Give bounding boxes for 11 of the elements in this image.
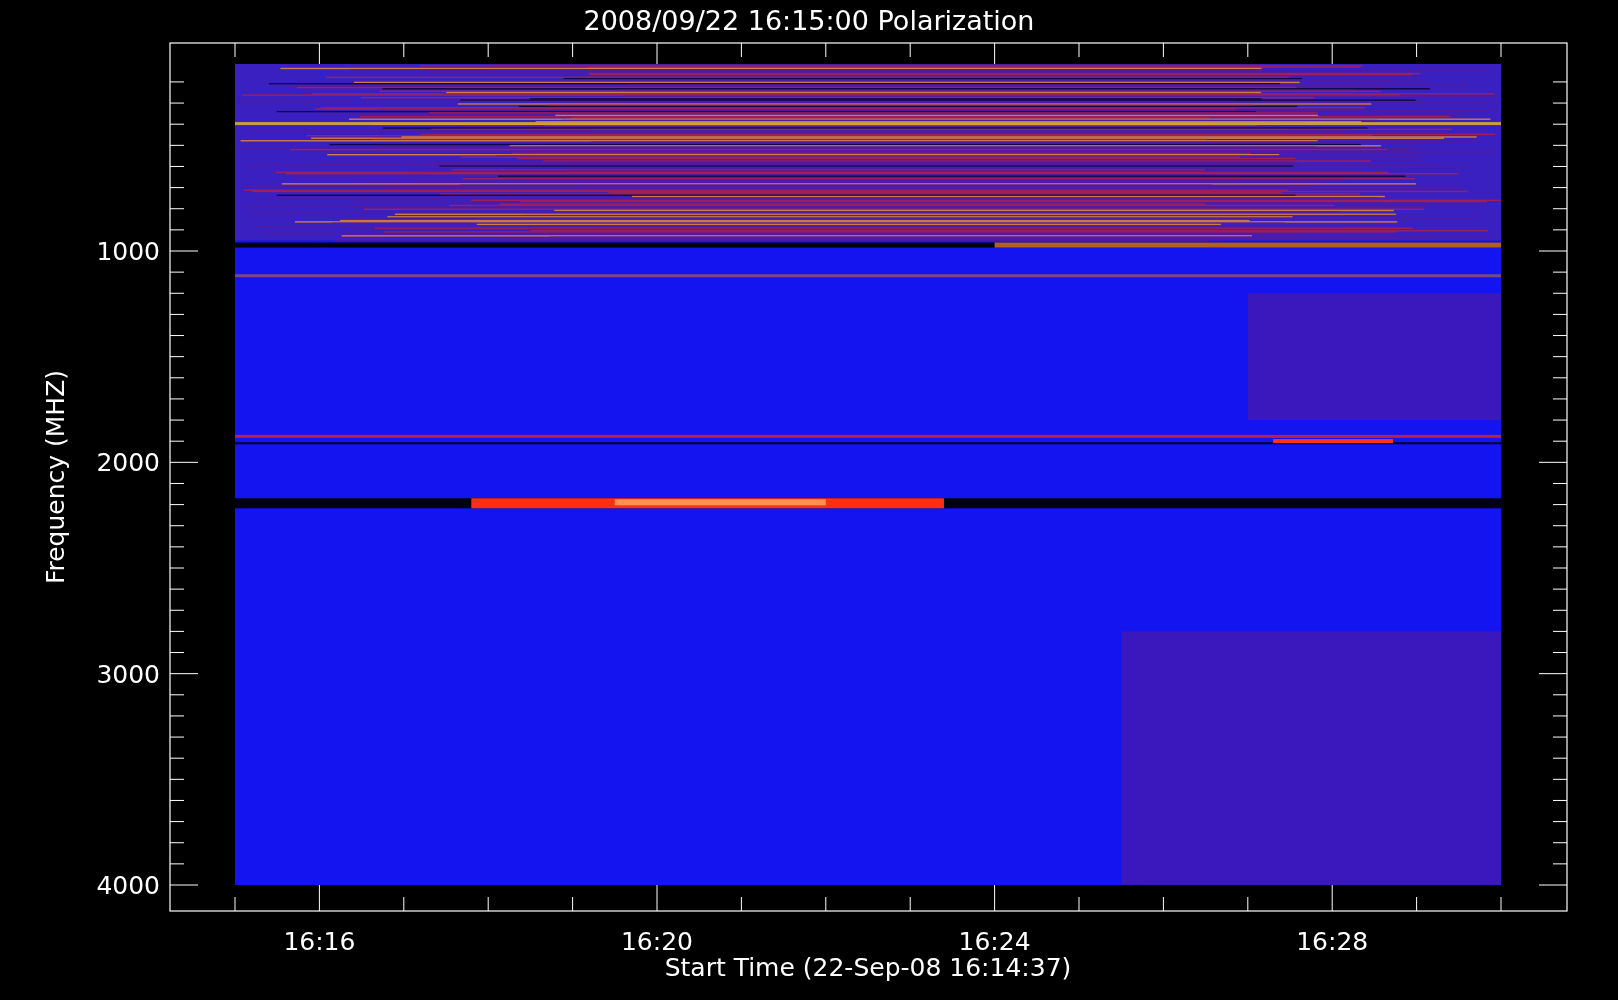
y-tick-label: 2000 [96,448,160,478]
x-tick-label: 16:24 [958,927,1031,956]
y-tick-label: 1000 [96,237,160,266]
x-axis-label: Start Time (22-Sep-08 16:14:37) [664,953,1072,982]
y-tick-label: 3000 [96,659,160,689]
x-tick-label: 16:16 [283,927,356,956]
y-tick-label: 4000 [96,871,160,900]
y-axis-label: Frequency (MHZ) [41,369,70,585]
x-tick-label: 16:28 [1296,927,1369,956]
plot-title: 2008/09/22 16:15:00 Polarization [583,5,1035,36]
x-tick-label: 16:20 [621,927,693,956]
